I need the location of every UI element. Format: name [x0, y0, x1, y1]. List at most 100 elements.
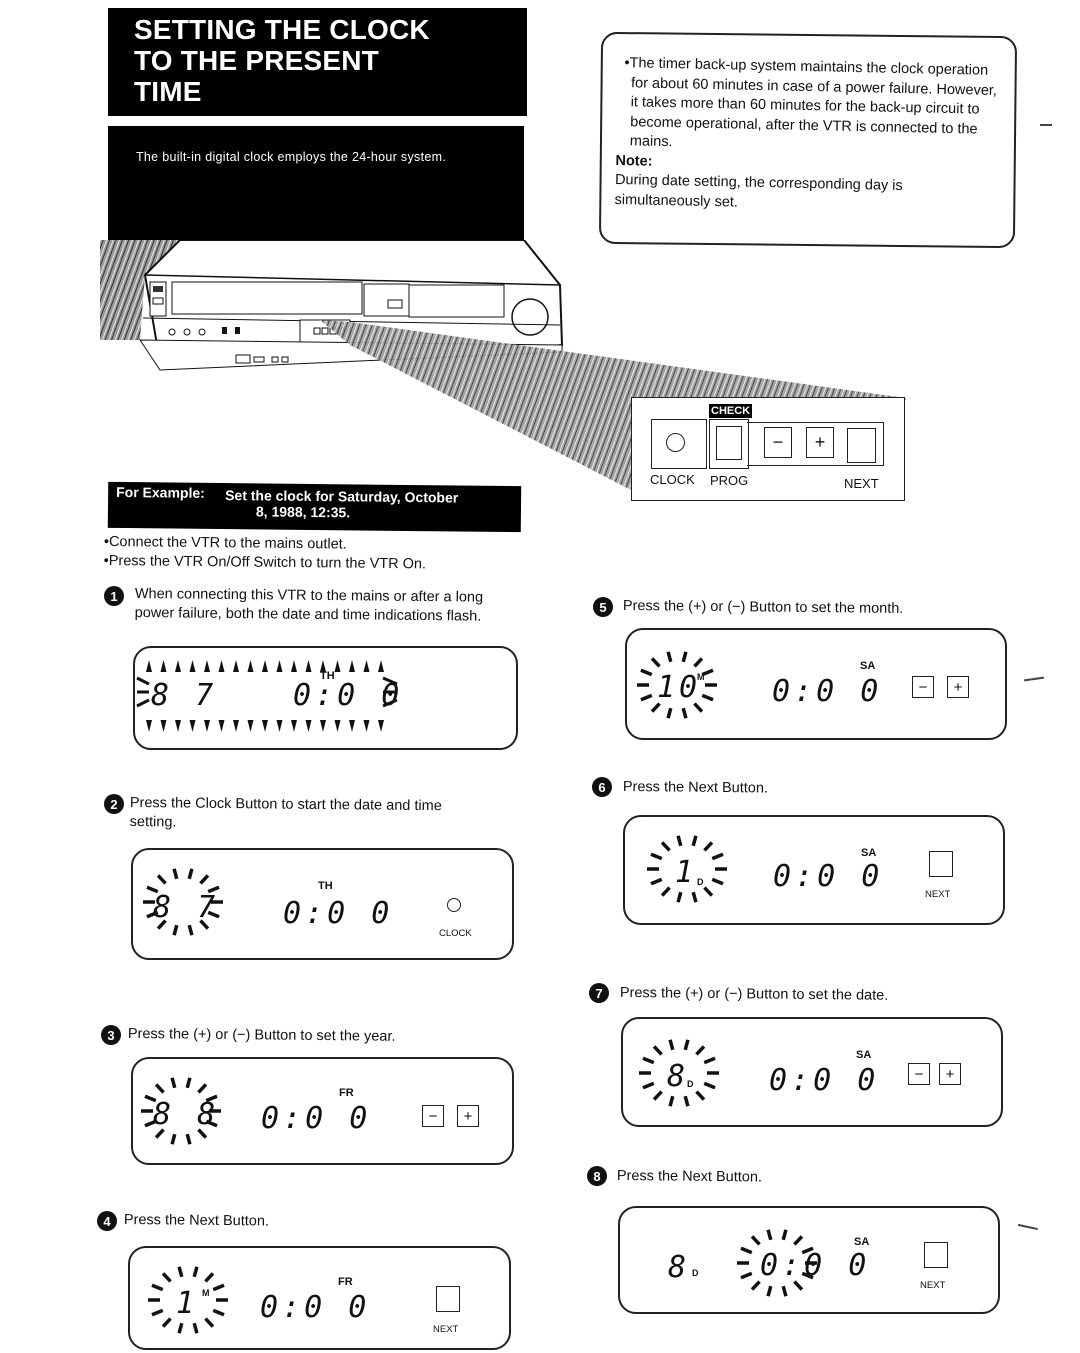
flash-mark: [291, 720, 297, 732]
date-unit: D: [697, 877, 704, 887]
square-icon: [716, 426, 742, 460]
flash-mark: [291, 660, 297, 672]
flash-mark: [192, 1322, 199, 1334]
flash-mark: [701, 693, 714, 702]
margin-mark: [1018, 1223, 1038, 1230]
time-digits: 0:0 0: [760, 1248, 871, 1283]
day-indicator: SA: [856, 1049, 872, 1061]
date-unit: D: [687, 1079, 694, 1089]
flash-mark: [276, 720, 283, 732]
plus-button[interactable]: +: [806, 427, 834, 458]
plus-button-icon: +: [947, 676, 969, 698]
flash-mark: [363, 660, 370, 672]
time-digits: 0:0 0: [283, 896, 394, 931]
date-digits: 8 7: [151, 678, 218, 713]
flash-mark: [642, 1081, 655, 1090]
flash-mark: [693, 657, 704, 668]
flash-mark: [136, 676, 150, 686]
circle-icon: [666, 433, 685, 452]
step-4-text: Press the Next Button.: [123, 1212, 270, 1230]
flash-mark: [676, 891, 683, 903]
time-digits: 0:0 0: [261, 1101, 372, 1136]
flash-mark: [185, 1133, 192, 1145]
flash-mark: [652, 1090, 663, 1101]
flash-mark: [781, 1285, 788, 1297]
month-unit: M: [697, 672, 705, 682]
flash-mark: [781, 1229, 788, 1241]
flash-mark: [204, 1272, 215, 1283]
lcd-display-step-7: SA 8 D 0:0 0 − +: [621, 1017, 1003, 1127]
subtitle: The built-in digital clock employs the 2…: [136, 150, 447, 164]
prog-button[interactable]: [709, 419, 749, 469]
flash-mark: [172, 868, 179, 880]
flash-mark: [681, 651, 688, 663]
step-5-text: Press the (+) or (−) Button to set the m…: [622, 597, 904, 617]
step-number: 2: [104, 794, 124, 814]
clock-button-label: CLOCK: [439, 928, 472, 939]
flash-mark: [642, 1056, 655, 1065]
flash-mark: [640, 668, 653, 677]
minus-button-icon: −: [908, 1063, 930, 1085]
margin-mark: [1023, 676, 1045, 681]
year-digits: 8 7: [153, 890, 220, 925]
next-button[interactable]: [847, 428, 876, 463]
next-button-label: NEXT: [925, 889, 951, 900]
flash-mark: [740, 1246, 753, 1255]
minus-button-icon: −: [422, 1105, 444, 1127]
time-digits: 0:0 0: [773, 859, 884, 894]
flash-mark: [177, 1322, 184, 1334]
flash-mark: [681, 707, 688, 719]
flash-mark: [146, 720, 152, 732]
step-number: 4: [97, 1211, 117, 1231]
step-text-line: Press the Clock Button to start the date…: [129, 794, 442, 815]
plus-button-icon: +: [939, 1063, 961, 1085]
minus-button-icon: −: [912, 676, 934, 698]
flash-mark: [378, 660, 384, 672]
flash-mark: [212, 1283, 225, 1292]
clock-button[interactable]: [651, 419, 707, 469]
flash-mark: [378, 720, 384, 732]
flash-mark: [136, 698, 150, 708]
example-banner: For Example: Set the clock for Saturday,…: [107, 481, 522, 533]
flash-mark: [187, 924, 194, 936]
flash-mark: [650, 852, 663, 861]
lcd-display-step-4: FR 1 M 0:0 0 NEXT: [128, 1246, 511, 1350]
flash-mark: [197, 1083, 208, 1094]
day-indicator: FR: [338, 1276, 353, 1288]
flash-mark: [175, 720, 181, 732]
flash-mark: [668, 1095, 675, 1107]
backup-info-text: •The timer back-up system maintains the …: [624, 55, 998, 151]
next-button-label: NEXT: [920, 1280, 946, 1291]
flash-mark: [247, 720, 254, 732]
flash-mark: [262, 660, 268, 672]
flash-mark: [750, 1235, 761, 1246]
title-line: TO THE PRESENT: [134, 45, 379, 76]
flash-mark: [666, 707, 673, 719]
date-unit: D: [692, 1268, 699, 1278]
title-line: SETTING THE CLOCK: [134, 14, 430, 45]
day-indicator: SA: [861, 847, 877, 859]
lcd-display-step-8: SA 8 D 0:0 0 NEXT: [618, 1206, 1000, 1314]
flash-mark: [177, 1266, 184, 1278]
example-label: For Example:: [116, 483, 205, 501]
date-digits: 8: [667, 1059, 690, 1094]
step-2-text: Press the Clock Button to start the date…: [130, 794, 442, 835]
flash-mark: [170, 1133, 177, 1145]
step-8-text: Press the Next Button.: [616, 1168, 763, 1186]
flash-mark: [218, 660, 225, 672]
example-line-2: 8, 1988, 12:35.: [255, 503, 351, 521]
step-6-text: Press the Next Button.: [622, 778, 769, 797]
flash-mark: [199, 874, 210, 885]
flash-mark: [660, 886, 671, 897]
month-unit: M: [202, 1288, 210, 1298]
flash-mark: [703, 841, 714, 852]
step-number: 7: [589, 983, 609, 1003]
flash-mark: [170, 1077, 177, 1089]
next-button-icon: [436, 1286, 460, 1312]
flash-mark: [793, 1235, 804, 1246]
minus-button[interactable]: −: [764, 427, 792, 458]
flash-mark: [363, 720, 370, 732]
step-text-line: power failure, both the date and time in…: [134, 604, 482, 625]
flash-mark: [305, 660, 312, 672]
step-3-text: Press the (+) or (−) Button to set the y…: [127, 1026, 396, 1045]
